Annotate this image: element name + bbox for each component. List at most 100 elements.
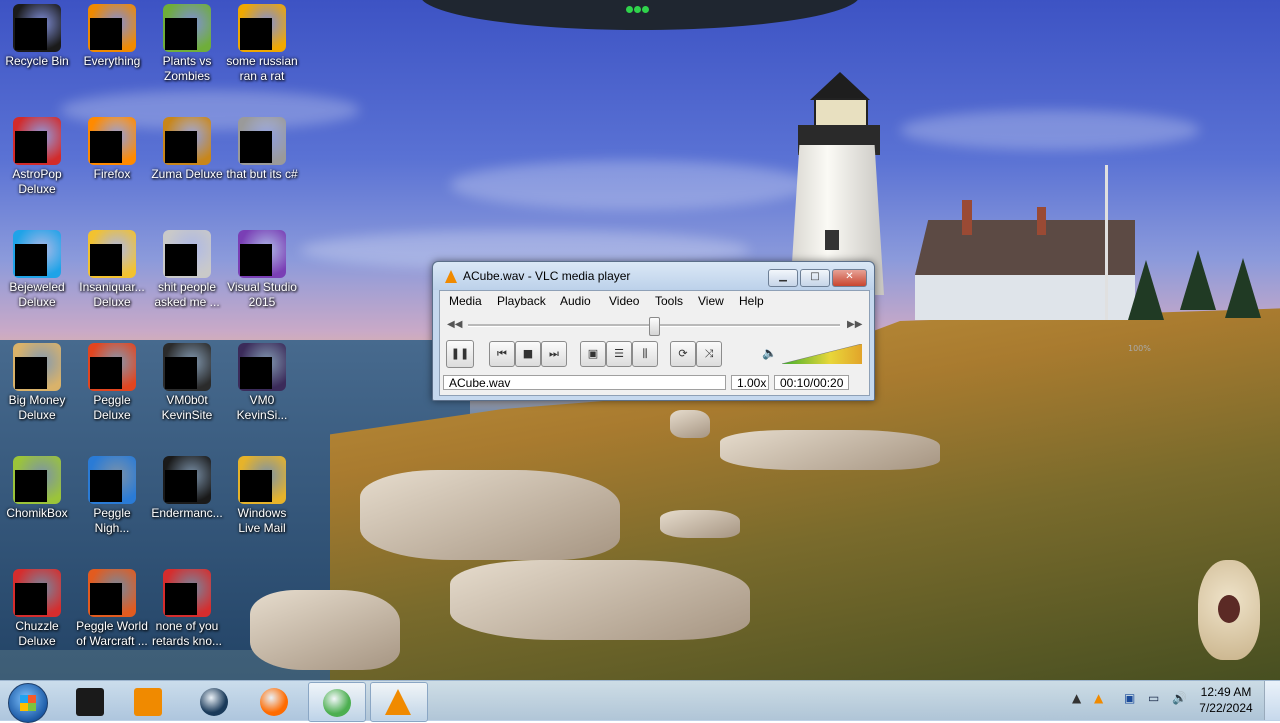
tray-monitor-icon[interactable]: ▭ bbox=[1148, 691, 1159, 705]
desktop-icon-label: Visual Studio 2015 bbox=[227, 280, 297, 309]
show-hidden-icons[interactable]: ▲ bbox=[1072, 691, 1081, 705]
desktop-icon[interactable]: Windows Live Mail bbox=[225, 456, 299, 536]
volume-level-label: 100% bbox=[1128, 344, 1151, 353]
vlc-cone-icon bbox=[445, 270, 457, 283]
volume-slider[interactable]: 100% bbox=[781, 343, 1151, 365]
desktop-icon-label: Peggle Deluxe bbox=[93, 393, 131, 422]
desktop-icon[interactable]: Peggle Deluxe bbox=[75, 343, 149, 423]
desktop-icon[interactable]: Visual Studio 2015 bbox=[225, 230, 299, 310]
loop-button[interactable]: ⟳ bbox=[670, 341, 696, 367]
desktop-icon[interactable]: AstroPop Deluxe bbox=[0, 117, 74, 197]
extended-settings-button[interactable]: ⫼ bbox=[632, 341, 658, 367]
show-desktop-button[interactable] bbox=[1264, 681, 1280, 720]
seek-forward-icon[interactable]: ▶▶ bbox=[847, 319, 862, 330]
desktop-icon[interactable]: Peggle World of Warcraft ... bbox=[75, 569, 149, 649]
tray-sound-icon[interactable]: 🔊 bbox=[1172, 691, 1187, 705]
desktop-icon-label: Bejeweled Deluxe bbox=[9, 280, 65, 309]
desktop-icon[interactable]: Everything bbox=[75, 4, 149, 69]
desktop-icon[interactable]: Endermanc... bbox=[150, 456, 224, 521]
menu-video[interactable]: Video bbox=[609, 294, 639, 308]
desktop-icon[interactable]: Recycle Bin bbox=[0, 4, 74, 69]
desktop-icon[interactable]: Firefox bbox=[75, 117, 149, 182]
desktop-icon[interactable]: ChomikBox bbox=[0, 456, 74, 521]
tray-vlc-icon[interactable]: ▲ bbox=[1094, 691, 1103, 705]
everything-search-icon bbox=[88, 4, 136, 52]
menu-view[interactable]: View bbox=[698, 294, 724, 308]
desktop-icon[interactable]: VM0b0t KevinSite bbox=[150, 343, 224, 423]
clock-date: 7/22/2024 bbox=[1199, 701, 1253, 715]
vlc-menubar: Media Playback Audio Video Tools View He… bbox=[440, 291, 869, 313]
desktop-icon[interactable]: Chuzzle Deluxe bbox=[0, 569, 74, 649]
desktop-icon-label: Big Money Deluxe bbox=[8, 393, 66, 422]
desktop-icon-label: Windows Live Mail bbox=[237, 506, 287, 535]
desktop-icon[interactable]: Insaniquar... Deluxe bbox=[75, 230, 149, 310]
big-money-icon bbox=[13, 343, 61, 391]
insaniquarium-icon bbox=[88, 230, 136, 278]
previous-button[interactable]: ⏮ bbox=[489, 341, 515, 367]
next-button[interactable]: ⏭ bbox=[541, 341, 567, 367]
menu-audio[interactable]: Audio bbox=[560, 294, 591, 308]
playlist-button[interactable]: ☰ bbox=[606, 341, 632, 367]
taskbar-terminal[interactable] bbox=[62, 682, 118, 720]
speaker-icon[interactable]: 🔈 bbox=[762, 346, 777, 360]
desktop-icon-label: some russian ran a rat bbox=[226, 54, 298, 83]
chuzzle-icon bbox=[13, 569, 61, 617]
desktop-icon[interactable]: shit people asked me ... bbox=[150, 230, 224, 310]
desktop-icon[interactable]: VM0 KevinSi... bbox=[225, 343, 299, 423]
seek-back-icon[interactable]: ◀◀ bbox=[447, 319, 462, 330]
desktop-icon[interactable]: Zuma Deluxe bbox=[150, 117, 224, 182]
desktop-icon[interactable]: that but its c# bbox=[225, 117, 299, 182]
vlc-client-area: Media Playback Audio Video Tools View He… bbox=[439, 290, 1151, 396]
seek-bar[interactable]: ◀◀ ▶▶ bbox=[440, 315, 869, 336]
terminal-icon bbox=[163, 343, 211, 391]
vlc-icon bbox=[385, 689, 411, 715]
taskbar-firefox[interactable] bbox=[246, 682, 302, 720]
fullscreen-button[interactable]: ▣ bbox=[580, 341, 606, 367]
vm-icon bbox=[238, 343, 286, 391]
desktop-icon[interactable]: Peggle Nigh... bbox=[75, 456, 149, 536]
desktop-icon-label: Everything bbox=[83, 54, 141, 68]
time-display[interactable]: 00:10/00:20 bbox=[774, 375, 849, 390]
desktop-icon-label: Insaniquar... Deluxe bbox=[79, 280, 145, 309]
desktop-icon[interactable]: none of you retards kno... bbox=[150, 569, 224, 649]
menu-media[interactable]: Media bbox=[449, 294, 482, 308]
pause-button[interactable]: ❚❚ bbox=[446, 340, 474, 368]
playback-speed[interactable]: 1.00x bbox=[731, 375, 769, 390]
visual-studio-icon bbox=[238, 230, 286, 278]
vlc-titlebar[interactable]: ACube.wav - VLC media player ▁ □ ✕ bbox=[433, 262, 874, 290]
stop-button[interactable]: ■ bbox=[515, 341, 541, 367]
shuffle-button[interactable]: ⤨ bbox=[696, 341, 722, 367]
start-button[interactable] bbox=[8, 683, 48, 723]
hamster-desktop-pet[interactable] bbox=[1198, 560, 1260, 660]
menu-help[interactable]: Help bbox=[739, 294, 764, 308]
taskbar-chrome[interactable] bbox=[308, 682, 366, 722]
desktop-icon-label: Endermanc... bbox=[151, 506, 223, 520]
vlc-window[interactable]: ACube.wav - VLC media player ▁ □ ✕ Media… bbox=[432, 261, 1151, 401]
desktop-icon[interactable]: some russian ran a rat bbox=[225, 4, 299, 84]
desktop-icon-label: Peggle Nigh... bbox=[93, 506, 131, 535]
desktop-icon-label: VM0b0t KevinSite bbox=[161, 393, 213, 422]
maximize-button[interactable]: □ bbox=[800, 269, 830, 287]
minimize-button[interactable]: ▁ bbox=[768, 269, 798, 287]
peggle-wow-icon bbox=[88, 569, 136, 617]
red-swirl-icon bbox=[163, 569, 211, 617]
taskbar-media-player[interactable] bbox=[120, 682, 176, 720]
desktop-icon-label: none of you retards kno... bbox=[151, 619, 223, 648]
taskbar-globe[interactable] bbox=[186, 682, 242, 720]
close-button[interactable]: ✕ bbox=[832, 269, 867, 287]
tray-network-icon[interactable]: ▣ bbox=[1124, 691, 1135, 705]
peggle-icon bbox=[88, 343, 136, 391]
menu-tools[interactable]: Tools bbox=[655, 294, 683, 308]
desktop-icon-label: shit people asked me ... bbox=[154, 280, 220, 309]
seek-handle[interactable] bbox=[649, 317, 660, 336]
menu-playback[interactable]: Playback bbox=[497, 294, 546, 308]
desktop-icon[interactable]: Plants vs Zombies bbox=[150, 4, 224, 84]
taskbar-vlc[interactable] bbox=[370, 682, 428, 722]
system-clock[interactable]: 12:49 AM 7/22/2024 bbox=[1196, 684, 1256, 716]
status-filename: ACube.wav bbox=[443, 375, 726, 390]
desktop-icon[interactable]: Big Money Deluxe bbox=[0, 343, 74, 423]
desktop-icon-label: AstroPop Deluxe bbox=[12, 167, 62, 196]
recycle-bin-icon bbox=[13, 4, 61, 52]
desktop-icon-label: ChomikBox bbox=[6, 506, 68, 520]
desktop-icon[interactable]: Bejeweled Deluxe bbox=[0, 230, 74, 310]
